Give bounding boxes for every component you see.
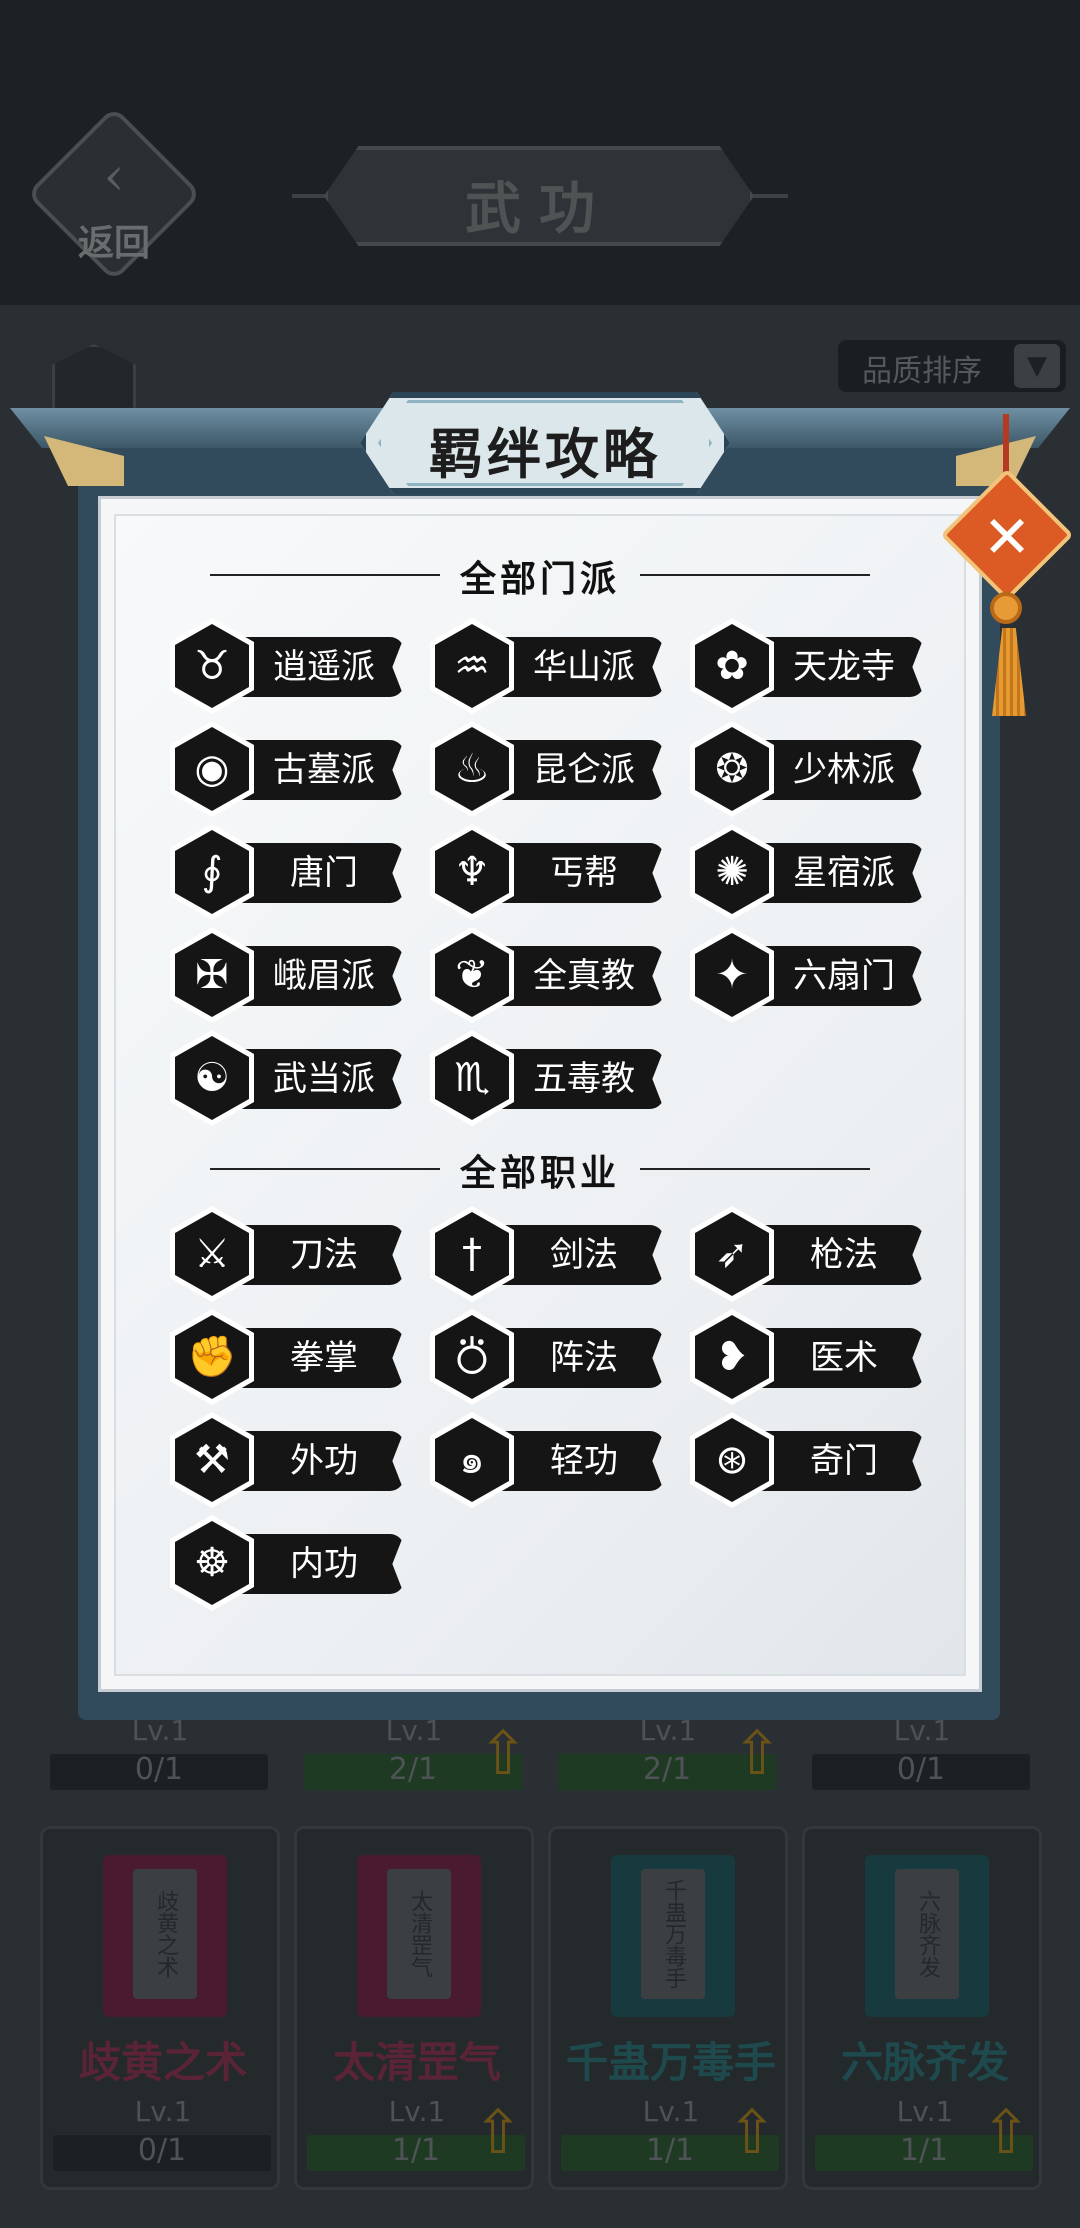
martial-art-card[interactable]: 歧黄之术 歧黄之术 Lv.1 0/1 [40, 1826, 280, 2190]
book-cover: 千蛊万毒手 [611, 1855, 735, 2017]
filter-chip-job[interactable]: ⚔ 刀法 [170, 1206, 404, 1302]
filter-chip-sect[interactable]: ♏ 五毒教 [430, 1030, 664, 1126]
chip-label: 峨眉派 [273, 956, 375, 996]
tassel-knot [990, 592, 1022, 624]
martial-art-card[interactable]: 六脉齐发 六脉齐发 Lv.1 1/1 ⇧ [802, 1826, 1042, 2190]
filter-chip-sect[interactable]: ❦ 全真教 [430, 927, 664, 1023]
martial-art-card[interactable]: 千蛊万毒手 千蛊万毒手 Lv.1 1/1 ⇧ [548, 1826, 788, 2190]
upgrade-arrow-icon[interactable]: ⇧ [732, 1720, 782, 1788]
filter-chip-job[interactable]: ❥ 医术 [690, 1309, 924, 1405]
chip-label: 枪法 [810, 1235, 878, 1275]
chip-label: 全真教 [533, 956, 635, 996]
filter-chip-job[interactable]: ⛣ 阵法 [430, 1309, 664, 1405]
card-name: 太清罡气 [332, 2038, 501, 2087]
filter-chip-sect[interactable]: ∮ 唐门 [170, 824, 404, 920]
chip-label: 逍遥派 [273, 647, 375, 687]
chip-label: 剑法 [550, 1235, 618, 1275]
card-progress-text: 0/1 [896, 1752, 946, 1787]
martial-art-card[interactable]: 太清罡气 太清罡气 Lv.1 1/1 ⇧ [294, 1826, 534, 2190]
chip-label: 奇门 [810, 1441, 878, 1481]
chip-label: 天龙寺 [793, 647, 895, 687]
section-title-sects: 全部门派 [459, 558, 620, 600]
upgrade-arrow-icon[interactable]: ⇧ [727, 2099, 777, 2167]
sort-dropdown-label: 品质排序 [862, 354, 982, 389]
screen: ‹ 返回 武功 品质排序 ▼ Lv.1 0/1 Lv.1 2/1 ⇧ Lv.1 … [0, 0, 1080, 2228]
modal-title: 羁绊攻略 [429, 422, 661, 486]
book-cover: 歧黄之术 [103, 1855, 227, 2017]
filter-chip-sect[interactable]: ☯ 武当派 [170, 1030, 404, 1126]
chip-label: 轻功 [550, 1441, 618, 1481]
chip-label: 六扇门 [793, 956, 895, 996]
card-name: 歧黄之术 [78, 2038, 247, 2087]
filter-chip-job[interactable]: ➶ 枪法 [690, 1206, 924, 1302]
filter-chip-sect[interactable]: ♆ 丐帮 [430, 824, 664, 920]
filter-chip-sect[interactable]: ◉ 古墓派 [170, 721, 404, 817]
card-name: 六脉齐发 [840, 2038, 1009, 2087]
chip-label: 昆仑派 [533, 750, 635, 790]
chip-label: 唐门 [290, 853, 358, 893]
chevron-down-icon[interactable]: ▼ [1014, 344, 1060, 388]
section-title-jobs: 全部职业 [459, 1152, 620, 1194]
filter-chip-job[interactable]: ๑轻功 [430, 1412, 664, 1508]
book-cover: 六脉齐发 [865, 1855, 989, 2017]
chip-label: 拳掌 [290, 1338, 358, 1378]
back-label: 返回 [77, 222, 150, 264]
filter-chip-sect[interactable]: ♒ 华山派 [430, 618, 664, 714]
page-title: 武功 [465, 176, 613, 242]
filter-chip-sect[interactable]: ✦ 六扇门 [690, 927, 924, 1023]
upgrade-arrow-icon[interactable]: ⇧ [981, 2099, 1031, 2167]
chip-label: 少林派 [793, 750, 895, 790]
upgrade-arrow-icon[interactable]: ⇧ [478, 1720, 528, 1788]
filter-chip-sect[interactable]: ♉ 逍遥派 [170, 618, 404, 714]
chip-label: 武当派 [273, 1059, 375, 1099]
chip-label: 丐帮 [550, 853, 618, 893]
filter-chip-job[interactable]: ⚒ 外功 [170, 1412, 404, 1508]
filter-chip-job[interactable]: ☸ 内功 [170, 1515, 404, 1611]
filter-chip-job[interactable]: † 剑法 [430, 1206, 664, 1302]
filter-chip-sect[interactable]: ❂ 少林派 [690, 721, 924, 817]
card-level: Lv.1 [134, 2095, 192, 2128]
chip-label: 星宿派 [793, 853, 895, 893]
book-seal: 六脉齐发 [895, 1869, 959, 1999]
filter-chip-sect[interactable]: ✠ 峨眉派 [170, 927, 404, 1023]
filter-chip-sect[interactable]: ✺ 星宿派 [690, 824, 924, 920]
chip-label: 医术 [810, 1338, 878, 1378]
book-seal: 歧黄之术 [133, 1869, 197, 1999]
back-arrow-icon: ‹ [103, 147, 125, 207]
chip-label: 古墓派 [273, 750, 375, 790]
chip-label: 内功 [290, 1544, 358, 1584]
card-progress-text: 0/1 [134, 1752, 184, 1787]
book-seal: 太清罡气 [387, 1869, 451, 1999]
upgrade-arrow-icon[interactable]: ⇧ [473, 2099, 523, 2167]
chip-label: 华山派 [533, 647, 635, 687]
card-progress-text: 0/1 [137, 2133, 187, 2168]
filter-chip-job[interactable]: ✊ 拳掌 [170, 1309, 404, 1405]
close-x-icon[interactable]: ✕ [960, 490, 1054, 584]
filter-chip-sect[interactable]: ♨ 昆仑派 [430, 721, 664, 817]
filter-chip-job[interactable]: ⊛ 奇门 [690, 1412, 924, 1508]
chip-label: 五毒教 [533, 1059, 635, 1099]
chip-label: 阵法 [550, 1338, 618, 1378]
chip-label: 刀法 [290, 1235, 358, 1275]
filter-chip-sect[interactable]: ✿ 天龙寺 [690, 618, 924, 714]
book-cover: 太清罡气 [357, 1855, 481, 2017]
book-seal: 千蛊万毒手 [641, 1869, 705, 1999]
chip-label: 外功 [290, 1441, 358, 1481]
card-name: 千蛊万毒手 [565, 2038, 776, 2087]
